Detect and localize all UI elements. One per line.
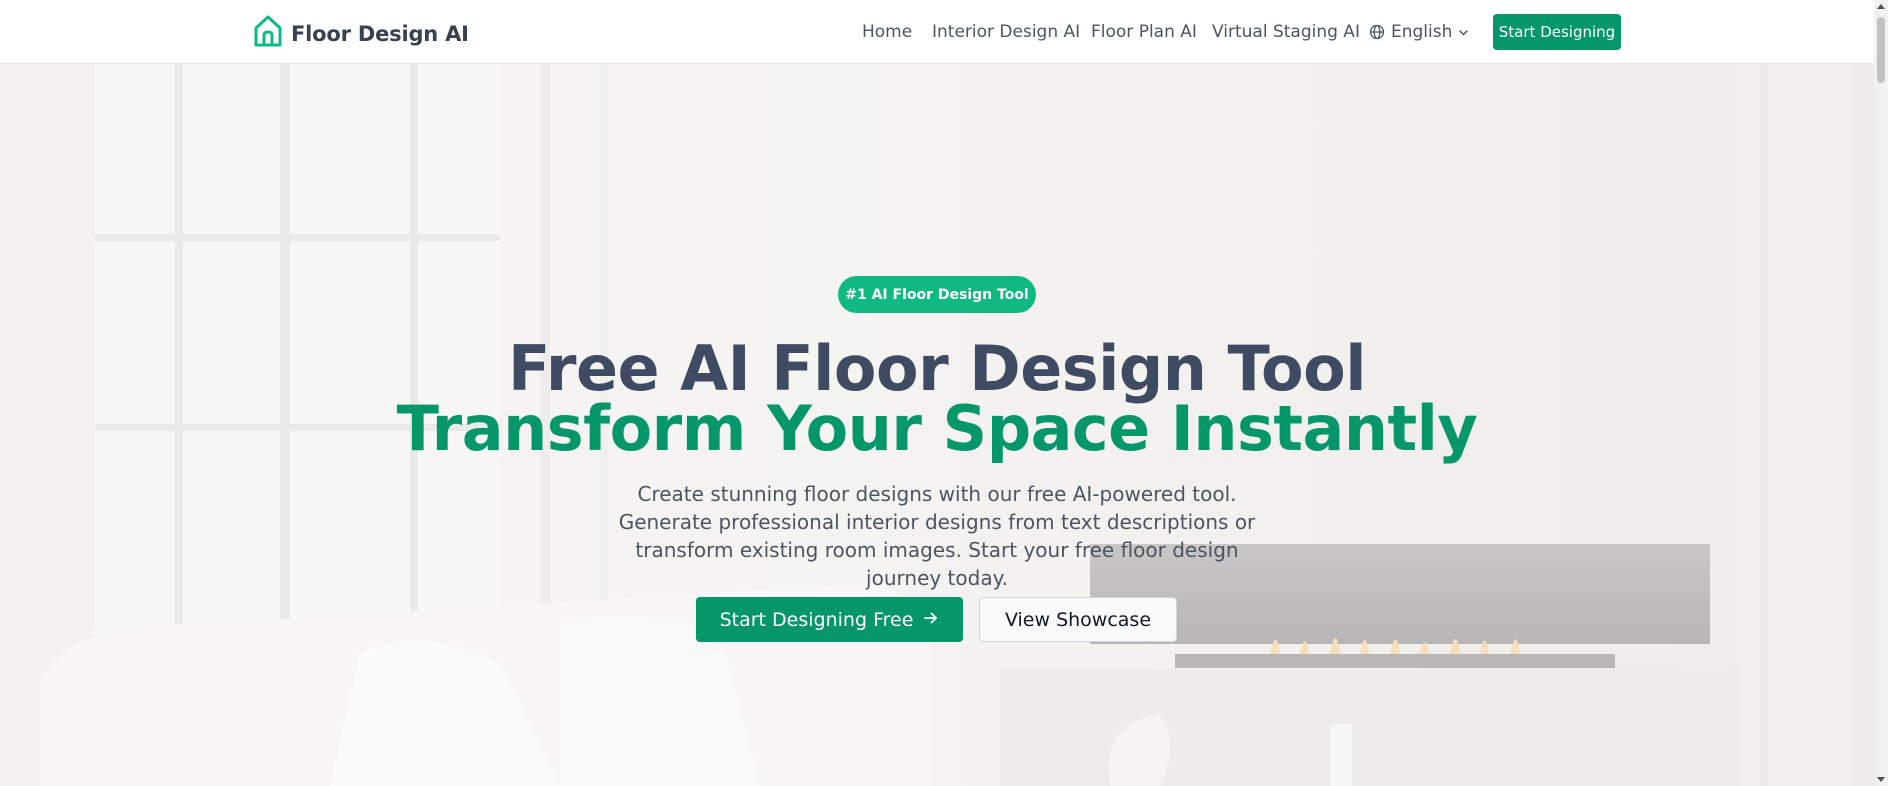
start-designing-free-label: Start Designing Free (719, 608, 914, 631)
language-selector[interactable]: English (1369, 22, 1469, 42)
hero-headline-line2: Transform Your Space Instantly (396, 392, 1478, 465)
brand-name: Floor Design AI (291, 21, 469, 46)
chevron-down-icon (1458, 27, 1469, 38)
top-tool-badge: #1 AI Floor Design Tool (838, 276, 1036, 313)
scrollbar-thumb[interactable] (1877, 17, 1885, 83)
start-designing-free-button[interactable]: Start Designing Free (696, 597, 963, 642)
hero-subtitle: Create stunning floor designs with our f… (618, 482, 1256, 590)
nav-link-virtual-staging-ai[interactable]: Virtual Staging AI (1212, 22, 1360, 42)
brand-logo-link[interactable]: Floor Design AI (253, 14, 469, 53)
hero-section: #1 AI Floor Design Tool Free AI Floor De… (0, 64, 1874, 786)
globe-icon (1369, 24, 1385, 40)
nav-link-floor-plan-ai[interactable]: Floor Plan AI (1091, 22, 1197, 42)
start-designing-button[interactable]: Start Designing (1493, 14, 1621, 50)
scroll-down-arrow-icon[interactable] (1877, 777, 1885, 782)
arrow-right-icon (923, 609, 939, 631)
view-showcase-button[interactable]: View Showcase (979, 597, 1177, 642)
top-navbar: Floor Design AI Home Interior Design AI … (0, 0, 1874, 64)
house-icon (253, 14, 283, 53)
nav-link-home[interactable]: Home (862, 22, 912, 42)
scroll-up-arrow-icon[interactable] (1877, 4, 1885, 9)
language-label: English (1391, 22, 1453, 42)
nav-link-interior-design-ai[interactable]: Interior Design AI (932, 22, 1080, 42)
page-scrollbar[interactable] (1874, 0, 1888, 786)
